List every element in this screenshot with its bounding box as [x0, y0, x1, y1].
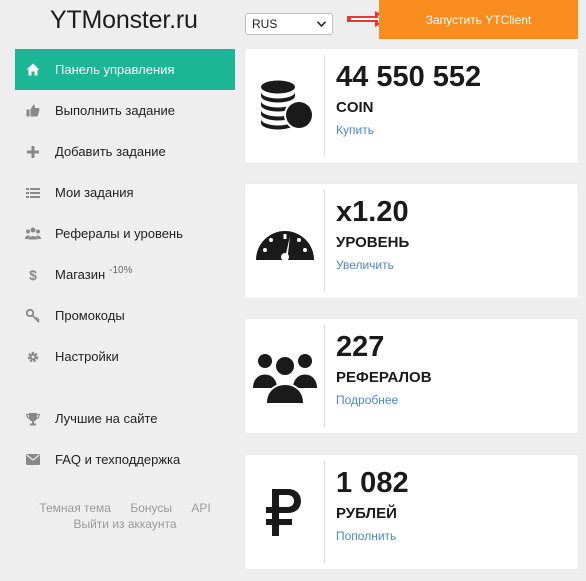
- coin-card: 44 550 552 COIN Купить: [245, 49, 578, 163]
- sidebar-nav: Панель управления Выполнить задание Доба…: [15, 49, 235, 480]
- level-multiplier: x1.20: [336, 196, 409, 228]
- sidebar-item-dashboard[interactable]: Панель управления: [15, 49, 235, 90]
- thumbs-up-icon: [25, 103, 41, 119]
- sidebar-item-my-tasks[interactable]: Мои задания: [15, 172, 235, 213]
- referrals-card: 227 РЕФЕРАЛОВ Подробнее: [245, 319, 578, 433]
- coin-label: COIN: [336, 99, 374, 116]
- sidebar-item-label: Добавить задание: [55, 144, 166, 159]
- launch-ytclient-button[interactable]: Запустить YTClient: [379, 0, 578, 39]
- site-logo[interactable]: YTMonster.ru: [50, 6, 198, 35]
- coins-stack-icon: [245, 49, 324, 163]
- api-link[interactable]: API: [191, 501, 210, 515]
- sidebar-item-faq-support[interactable]: FAQ и техподдержка: [15, 439, 235, 480]
- users-group-icon: [245, 319, 324, 433]
- speedometer-icon: [245, 184, 324, 298]
- sidebar-item-label: Настройки: [55, 349, 119, 364]
- buy-coins-link[interactable]: Купить: [336, 123, 374, 137]
- sidebar-item-label: FAQ и техподдержка: [55, 452, 181, 467]
- top-up-link[interactable]: Пополнить: [336, 529, 396, 543]
- referrals-details-link[interactable]: Подробнее: [336, 393, 398, 407]
- trophy-icon: [25, 411, 41, 427]
- rubles-label: РУБЛЕЙ: [336, 505, 397, 522]
- language-select[interactable]: RUS: [245, 13, 333, 35]
- plus-icon: [25, 144, 41, 160]
- rubles-balance: 1 082: [336, 467, 409, 499]
- sidebar-item-settings[interactable]: Настройки: [15, 336, 235, 377]
- coin-balance: 44 550 552: [336, 61, 482, 93]
- sidebar-item-label: Мои задания: [55, 185, 134, 200]
- chevron-down-icon: [316, 18, 327, 30]
- referrals-label: РЕФЕРАЛОВ: [336, 369, 432, 386]
- sidebar-item-leaderboard[interactable]: Лучшие на сайте: [15, 398, 235, 439]
- increase-level-link[interactable]: Увеличить: [336, 258, 394, 272]
- level-card: x1.20 УРОВЕНЬ Увеличить: [245, 184, 578, 298]
- home-icon: [25, 62, 41, 78]
- key-icon: [25, 308, 41, 324]
- dollar-icon: $: [29, 266, 37, 283]
- bonuses-link[interactable]: Бонусы: [130, 501, 172, 515]
- sidebar-item-promocodes[interactable]: Промокоды: [15, 295, 235, 336]
- sidebar-footer: Темная тема Бонусы API Выйти из аккаунта: [15, 500, 235, 532]
- sidebar-item-label: Панель управления: [55, 62, 175, 77]
- sidebar-item-label: Рефералы и уровень: [55, 226, 183, 241]
- sidebar-item-label: Промокоды: [55, 308, 125, 323]
- sidebar-item-label: Лучшие на сайте: [55, 411, 158, 426]
- language-value: RUS: [252, 17, 278, 31]
- list-icon: [25, 185, 41, 201]
- envelope-icon: [25, 452, 41, 468]
- sidebar-item-add-task[interactable]: Добавить задание: [15, 131, 235, 172]
- gear-icon: [25, 349, 41, 365]
- sidebar-item-label: Выполнить задание: [55, 103, 176, 118]
- ruble-icon: [245, 455, 324, 569]
- sidebar-item-label: Магазин: [55, 267, 106, 282]
- logout-link[interactable]: Выйти из аккаунта: [73, 517, 176, 531]
- users-icon: [25, 226, 41, 242]
- sidebar-item-shop[interactable]: $ Магазин -10%: [15, 254, 235, 295]
- dark-theme-link[interactable]: Темная тема: [39, 501, 111, 515]
- referrals-count: 227: [336, 331, 385, 363]
- sidebar-item-referrals[interactable]: Рефералы и уровень: [15, 213, 235, 254]
- rubles-card: 1 082 РУБЛЕЙ Пополнить: [245, 455, 578, 569]
- level-label: УРОВЕНЬ: [336, 234, 410, 251]
- sidebar-item-complete-task[interactable]: Выполнить задание: [15, 90, 235, 131]
- discount-badge: -10%: [109, 265, 133, 276]
